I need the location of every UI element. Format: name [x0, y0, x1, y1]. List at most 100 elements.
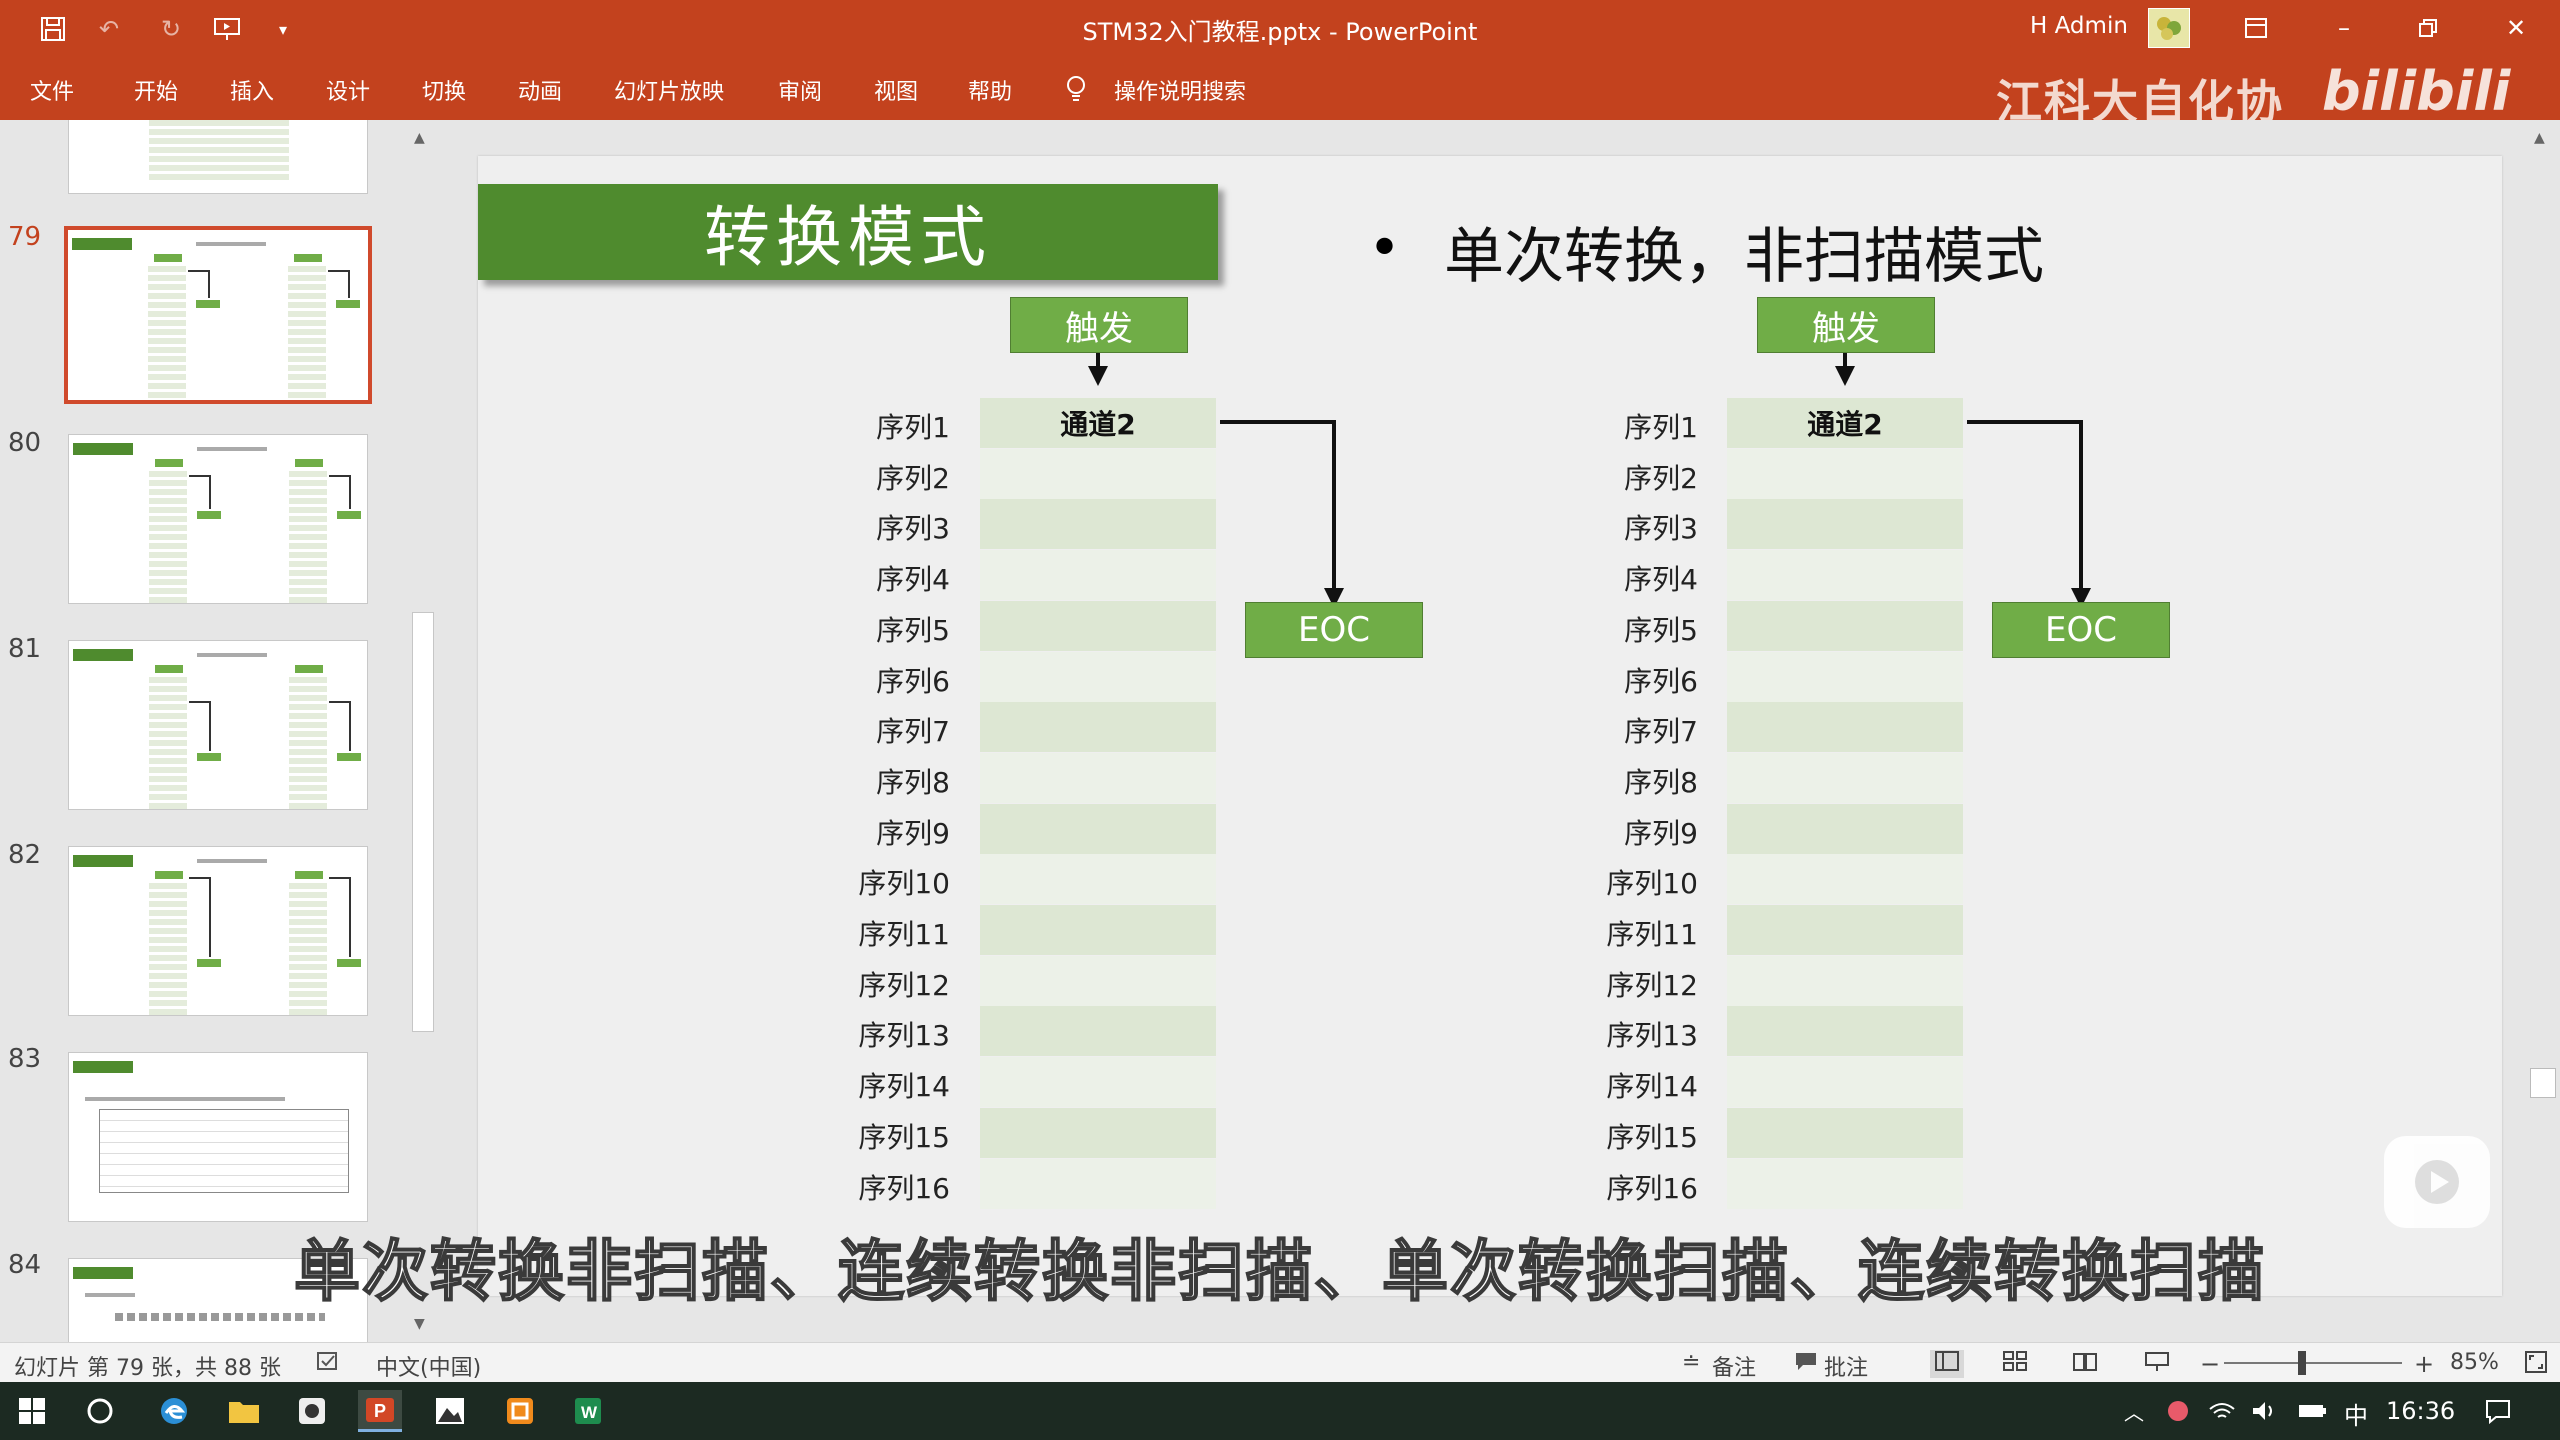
fit-to-window-icon[interactable] — [2524, 1350, 2548, 1380]
trigger-box-right[interactable]: 触发 — [1757, 297, 1935, 353]
trigger-box-left[interactable]: 触发 — [1010, 297, 1188, 353]
sequence-cell-right[interactable] — [1727, 448, 1963, 499]
sequence-cell-right[interactable] — [1727, 905, 1963, 955]
tab-insert[interactable]: 插入 — [230, 74, 274, 106]
sequence-cell-left[interactable] — [980, 448, 1216, 499]
sequence-cell-right[interactable] — [1727, 702, 1963, 753]
slide-thumbnail[interactable] — [68, 120, 368, 194]
zoom-in-icon[interactable]: + — [2414, 1350, 2434, 1378]
file-explorer-icon[interactable] — [222, 1390, 266, 1432]
sequence-cell-right[interactable] — [1727, 854, 1963, 905]
tell-me-search[interactable]: 操作说明搜索 — [1114, 74, 1246, 106]
restore-button[interactable] — [2408, 10, 2448, 46]
sequence-cell-right[interactable] — [1727, 803, 1963, 854]
slide-scrollbar[interactable]: ▲ — [2526, 120, 2560, 1342]
sequence-cell-left[interactable]: 通道2 — [980, 398, 1216, 448]
network-icon[interactable] — [2200, 1390, 2244, 1432]
sequence-cell-right[interactable]: 通道2 — [1727, 398, 1963, 448]
tab-file[interactable]: 文件 — [30, 74, 74, 106]
tab-slideshow[interactable]: 幻灯片放映 — [614, 74, 724, 106]
notes-icon[interactable]: ≐ — [1682, 1350, 1700, 1375]
sequence-cell-left[interactable] — [980, 803, 1216, 854]
minimize-button[interactable]: – — [2324, 10, 2364, 46]
sequence-cell-left[interactable] — [980, 651, 1216, 702]
tray-app-icon[interactable] — [2156, 1390, 2200, 1432]
tab-animations[interactable]: 动画 — [518, 74, 562, 106]
sequence-cell-right[interactable] — [1727, 955, 1963, 1006]
tab-design[interactable]: 设计 — [326, 74, 370, 106]
normal-view-icon[interactable] — [1930, 1350, 1964, 1378]
spreadsheet-app-icon[interactable]: W — [566, 1390, 610, 1432]
tab-transitions[interactable]: 切换 — [422, 74, 466, 106]
sequence-cell-right[interactable] — [1727, 1107, 1963, 1158]
slide-thumbnail[interactable] — [68, 640, 368, 810]
slide-scroll-thumb[interactable] — [2530, 1068, 2556, 1098]
slide-thumbnail[interactable] — [68, 434, 368, 604]
sequence-cell-right[interactable] — [1727, 651, 1963, 702]
slide-thumbnail[interactable] — [68, 846, 368, 1016]
lightbulb-icon[interactable] — [1064, 74, 1088, 110]
sequence-cell-left[interactable] — [980, 752, 1216, 803]
comments-icon[interactable] — [1794, 1350, 1818, 1378]
sequence-cell-left[interactable] — [980, 955, 1216, 1006]
language-indicator[interactable]: 中文(中国) — [376, 1350, 481, 1382]
scroll-down-icon[interactable]: ▼ — [414, 1316, 425, 1332]
slide-thumbnail[interactable] — [68, 1052, 368, 1222]
sequence-cell-left[interactable] — [980, 905, 1216, 955]
thumbnail-scroll-thumb[interactable] — [412, 612, 434, 1032]
input-method-indicator[interactable]: 中 — [2344, 1396, 2368, 1431]
tab-home[interactable]: 开始 — [134, 74, 178, 106]
scroll-up-icon[interactable]: ▲ — [2534, 130, 2545, 146]
sequence-cell-right[interactable] — [1727, 600, 1963, 651]
reading-view-icon[interactable] — [2072, 1350, 2098, 1378]
cortana-icon[interactable] — [78, 1390, 122, 1432]
windows-start-icon[interactable] — [10, 1390, 54, 1432]
eoc-box-right[interactable]: EOC — [1992, 602, 2170, 658]
sequence-cell-right[interactable] — [1727, 550, 1963, 601]
scroll-up-icon[interactable]: ▲ — [414, 130, 425, 146]
comments-button[interactable]: 批注 — [1824, 1350, 1868, 1382]
notes-button[interactable]: 备注 — [1712, 1350, 1756, 1382]
spellcheck-icon[interactable] — [316, 1350, 340, 1378]
zoom-slider[interactable] — [2224, 1362, 2402, 1364]
play-icon[interactable] — [2384, 1136, 2490, 1228]
sequence-cell-left[interactable] — [980, 1006, 1216, 1057]
sequence-cell-right[interactable] — [1727, 1158, 1963, 1209]
tab-help[interactable]: 帮助 — [968, 74, 1012, 106]
tab-view[interactable]: 视图 — [874, 74, 918, 106]
slide-thumbnail-active[interactable] — [64, 226, 372, 404]
sequence-cell-left[interactable] — [980, 550, 1216, 601]
zoom-out-icon[interactable]: − — [2200, 1350, 2220, 1378]
close-button[interactable]: ✕ — [2496, 10, 2536, 46]
sequence-cell-right[interactable] — [1727, 1057, 1963, 1108]
slide-sorter-icon[interactable] — [2002, 1350, 2028, 1378]
sequence-cell-left[interactable] — [980, 854, 1216, 905]
system-clock[interactable]: 16:36 — [2386, 1397, 2455, 1425]
avatar[interactable] — [2148, 8, 2190, 48]
ribbon-display-options-icon[interactable] — [2236, 10, 2276, 46]
sequence-cell-right[interactable] — [1727, 499, 1963, 550]
sequence-cell-left[interactable] — [980, 1107, 1216, 1158]
sequence-cell-right[interactable] — [1727, 1006, 1963, 1057]
sequence-cell-left[interactable] — [980, 702, 1216, 753]
screen-recorder-icon[interactable] — [290, 1390, 334, 1432]
notification-icon[interactable] — [2476, 1390, 2520, 1432]
chevron-up-icon[interactable]: ︿ — [2112, 1390, 2156, 1432]
user-name[interactable]: H Admin — [2030, 13, 2128, 39]
sequence-cell-left[interactable] — [980, 1158, 1216, 1209]
sequence-cell-right[interactable] — [1727, 752, 1963, 803]
tab-review[interactable]: 审阅 — [778, 74, 822, 106]
volume-icon[interactable] — [2242, 1390, 2286, 1432]
battery-icon[interactable] — [2290, 1390, 2334, 1432]
powerpoint-taskbar-icon[interactable]: P — [358, 1390, 402, 1432]
presentation-app-icon[interactable] — [498, 1390, 542, 1432]
slideshow-view-icon[interactable] — [2144, 1350, 2170, 1378]
sequence-cell-left[interactable] — [980, 600, 1216, 651]
zoom-level[interactable]: 85% — [2450, 1350, 2499, 1375]
edge-icon[interactable] — [152, 1390, 196, 1432]
slide-canvas[interactable]: 转换模式 • 单次转换，非扫描模式 触发 触发 序列1 通道2 序列2 序列3 序列4 序… — [478, 156, 2502, 1296]
sequence-cell-left[interactable] — [980, 1057, 1216, 1108]
eoc-box-left[interactable]: EOC — [1245, 602, 1423, 658]
photos-icon[interactable] — [428, 1390, 472, 1432]
sequence-cell-left[interactable] — [980, 499, 1216, 550]
